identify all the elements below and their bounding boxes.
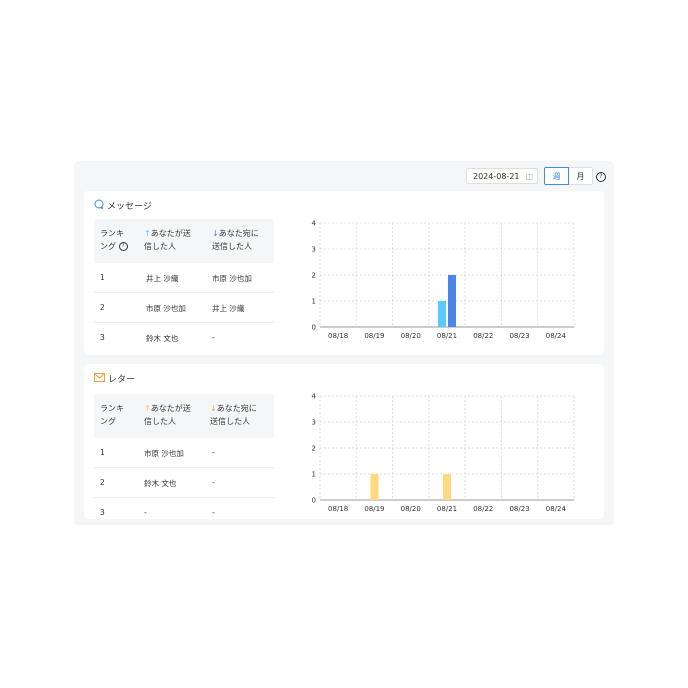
recv-header-line2: 送信した人 xyxy=(210,417,250,426)
bar xyxy=(438,301,446,327)
recv-cell: 市原 沙也加 xyxy=(212,274,252,283)
calendar-icon: ◫ xyxy=(525,172,533,181)
help-icon[interactable]: ? xyxy=(596,172,606,182)
table-row: 2 市原 沙也加 井上 沙織 xyxy=(94,293,274,323)
month-toggle-button[interactable]: 月 xyxy=(569,167,593,185)
rank-header-line1: ランキ xyxy=(100,404,124,413)
rank-cell: 3 xyxy=(100,508,105,517)
rank-cell: 1 xyxy=(100,448,105,457)
rank-header-line2: ング xyxy=(100,417,116,426)
x-tick-label: 08/18 xyxy=(328,505,348,513)
sent-cell: 市原 沙也加 xyxy=(144,449,184,458)
message-ranking-table: ランキ ング ? ↑あなたが送 信した人 ↓あなた宛に 送信した人 1 井上 沙… xyxy=(94,219,274,352)
sent-header: ↑あなたが送 信した人 xyxy=(144,227,191,253)
x-tick-label: 08/24 xyxy=(546,505,567,513)
recv-header-line1: あなた宛に xyxy=(216,404,257,413)
arrow-down-icon: ↓ xyxy=(210,404,217,413)
y-tick-label: 1 xyxy=(312,471,316,479)
arrow-up-icon: ↑ xyxy=(144,404,151,413)
x-tick-label: 08/22 xyxy=(473,332,493,340)
y-tick-label: 1 xyxy=(312,298,316,306)
bar xyxy=(370,474,379,500)
message-card: メッセージ ランキ ング ? ↑あなたが送 信した人 ↓あなた宛に 送信した人 … xyxy=(84,191,604,355)
recv-cell: - xyxy=(212,448,215,457)
y-tick-label: 3 xyxy=(312,246,316,254)
rank-header-line2: ング xyxy=(100,242,116,251)
table-header: ランキ ング ? ↑あなたが送 信した人 ↓あなた宛に 送信した人 xyxy=(94,219,274,263)
envelope-icon xyxy=(94,372,105,385)
letter-card: レター ランキ ング ↑あなたが送 信した人 ↓あなた宛に 送信した人 1 市原… xyxy=(84,364,604,519)
x-tick-label: 08/23 xyxy=(509,332,529,340)
letter-bar-chart: 0 1 2 3 4 08/18 08/19 08/20 08/21 08/22 08/23 08/24 xyxy=(312,393,575,513)
recv-cell: 井上 沙織 xyxy=(212,304,245,313)
sent-header-line1: あなたが送 xyxy=(150,404,191,413)
message-title-text: メッセージ xyxy=(107,202,152,212)
recv-header-line1: あなた宛に xyxy=(218,229,259,238)
date-value: 2024-08-21 xyxy=(473,172,520,181)
table-row: 3 - - xyxy=(94,498,274,527)
message-card-title: メッセージ xyxy=(94,199,152,212)
rank-cell: 1 xyxy=(100,273,105,282)
arrow-up-icon: ↑ xyxy=(144,229,151,238)
y-tick-label: 3 xyxy=(312,419,316,427)
rank-header-line1: ランキ xyxy=(100,229,124,238)
recv-cell: - xyxy=(212,478,215,487)
rank-cell: 3 xyxy=(100,333,105,342)
x-tick-label: 08/19 xyxy=(364,505,384,513)
rank-cell: 2 xyxy=(100,303,105,312)
letter-title-text: レター xyxy=(108,375,136,385)
dashboard-panel: 2024-08-21 ◫ 週 月 ? メッセージ ランキ ング ? ↑あなたが送… xyxy=(74,161,614,525)
x-tick-label: 08/18 xyxy=(328,332,348,340)
date-picker[interactable]: 2024-08-21 ◫ xyxy=(466,168,538,184)
sent-header-line2: 信した人 xyxy=(144,242,176,251)
y-tick-label: 2 xyxy=(312,272,316,280)
sent-cell: - xyxy=(144,508,147,517)
arrow-down-icon: ↓ xyxy=(212,229,219,238)
sent-cell: 市原 沙也加 xyxy=(146,304,186,313)
table-row: 3 鈴木 文也 - xyxy=(94,323,274,352)
bar xyxy=(448,275,456,327)
table-row: 1 井上 沙織 市原 沙也加 xyxy=(94,263,274,293)
letter-chart: 0 1 2 3 4 08/18 08/19 08/20 08/21 08/22 08/23 08/24 xyxy=(306,388,596,522)
recv-cell: - xyxy=(212,333,215,342)
y-tick-label: 4 xyxy=(312,220,317,228)
sent-cell: 鈴木 文也 xyxy=(144,479,177,488)
recv-header-line2: 送信した人 xyxy=(212,242,252,251)
sent-header-line2: 信した人 xyxy=(144,417,176,426)
x-tick-label: 08/19 xyxy=(364,332,384,340)
message-chart: 0 1 2 3 4 08/18 08/19 08/20 08/21 08/22 08/23 08/24 xyxy=(306,215,596,349)
rank-header: ランキ ング ? xyxy=(100,227,128,253)
sent-header: ↑あなたが送 信した人 xyxy=(144,402,191,428)
week-toggle-button[interactable]: 週 xyxy=(544,167,569,185)
x-tick-label: 08/21 xyxy=(437,505,457,513)
table-row: 1 市原 沙也加 - xyxy=(94,438,274,468)
bar xyxy=(443,474,451,500)
y-tick-label: 0 xyxy=(312,324,316,332)
x-tick-label: 08/20 xyxy=(401,332,421,340)
x-tick-label: 08/23 xyxy=(509,505,529,513)
table-row: 2 鈴木 文也 - xyxy=(94,468,274,498)
rank-cell: 2 xyxy=(100,478,105,487)
message-bar-chart: 0 1 2 3 4 08/18 08/19 08/20 08/21 08/22 08/23 08/24 xyxy=(312,220,575,340)
x-tick-label: 08/22 xyxy=(473,505,493,513)
y-tick-label: 2 xyxy=(312,445,316,453)
sent-cell: 鈴木 文也 xyxy=(146,334,179,343)
x-tick-label: 08/24 xyxy=(546,332,567,340)
recv-header: ↓あなた宛に 送信した人 xyxy=(210,402,257,428)
letter-ranking-table: ランキ ング ↑あなたが送 信した人 ↓あなた宛に 送信した人 1 市原 沙也加… xyxy=(94,394,274,527)
recv-cell: - xyxy=(212,508,215,517)
letter-card-title: レター xyxy=(94,372,135,385)
y-tick-label: 4 xyxy=(312,393,317,401)
x-tick-label: 08/20 xyxy=(401,505,421,513)
y-tick-label: 0 xyxy=(312,497,316,505)
table-header: ランキ ング ↑あなたが送 信した人 ↓あなた宛に 送信した人 xyxy=(94,394,274,438)
sent-cell: 井上 沙織 xyxy=(146,274,179,283)
rank-help-icon[interactable]: ? xyxy=(118,242,128,251)
toolbar: 2024-08-21 ◫ 週 月 ? xyxy=(74,161,614,191)
sent-header-line1: あなたが送 xyxy=(150,229,191,238)
x-tick-label: 08/21 xyxy=(437,332,457,340)
chat-bubble-icon xyxy=(94,199,104,212)
recv-header: ↓あなた宛に 送信した人 xyxy=(212,227,259,253)
rank-header: ランキ ング xyxy=(100,402,124,428)
